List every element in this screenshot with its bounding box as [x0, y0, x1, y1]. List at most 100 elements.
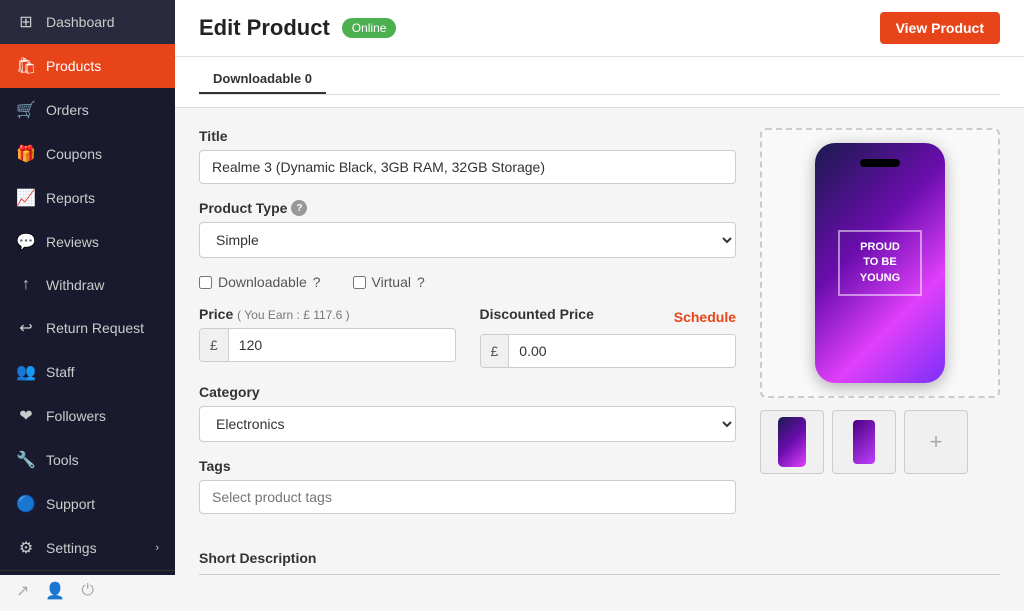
sub-tabs: Downloadable 0	[199, 65, 1000, 95]
form-left: Title Product Type ? Simple Variable Dow…	[199, 128, 736, 530]
sidebar-item-withdraw[interactable]: ↑ Withdraw	[0, 264, 175, 306]
reports-icon: 📈	[16, 188, 36, 208]
price-currency: £	[200, 329, 229, 361]
virtual-checkbox[interactable]	[353, 276, 366, 289]
form-area: Title Product Type ? Simple Variable Dow…	[175, 108, 1024, 550]
product-image-section: PROUDTO BEYOUNG +	[760, 128, 1000, 530]
tags-input[interactable]	[199, 480, 736, 514]
settings-arrow-icon: ›	[155, 542, 159, 554]
sidebar-label-coupons: Coupons	[46, 146, 159, 162]
price-input-wrap: £	[199, 328, 456, 362]
tags-group: Tags	[199, 458, 736, 514]
image-inner: PROUDTO BEYOUNG	[762, 130, 998, 396]
return-icon: ↩	[16, 318, 36, 338]
thumb-phone-1	[778, 417, 806, 467]
external-link-icon[interactable]: ↗	[16, 581, 29, 601]
category-group: Category Electronics	[199, 384, 736, 442]
price-sub: ( You Earn : £ 117.6 )	[237, 308, 350, 322]
sidebar-label-support: Support	[46, 496, 159, 512]
short-description-section: Short Description B I U ❝ ABC ☰ ☷ ≡ ≡ ≡ …	[175, 550, 1024, 575]
power-icon[interactable]: ⏻	[81, 582, 94, 600]
orders-icon: 🛒	[16, 100, 36, 120]
support-icon: 🔵	[16, 494, 36, 514]
product-type-group: Product Type ? Simple Variable Downloada…	[199, 200, 736, 258]
category-label: Category	[199, 384, 736, 400]
sidebar-item-return-request[interactable]: ↩ Return Request	[0, 306, 175, 350]
schedule-link[interactable]: Schedule	[674, 309, 736, 325]
downloadable-checkbox[interactable]	[199, 276, 212, 289]
disc-input-wrap: £	[480, 334, 737, 368]
user-icon[interactable]: 👤	[45, 581, 65, 601]
withdraw-icon: ↑	[16, 276, 36, 294]
sidebar-item-staff[interactable]: 👥 Staff	[0, 350, 175, 394]
phone-notch	[860, 159, 900, 167]
sidebar-item-tools[interactable]: 🔧 Tools	[0, 438, 175, 482]
disc-currency: £	[481, 335, 510, 367]
status-badge: Online	[342, 18, 397, 38]
downloadable-checkbox-wrap[interactable]: Downloadable ?	[199, 274, 321, 290]
sidebar-label-followers: Followers	[46, 408, 159, 424]
tools-icon: 🔧	[16, 450, 36, 470]
product-type-label: Product Type ?	[199, 200, 736, 216]
phone-image: PROUDTO BEYOUNG	[815, 143, 945, 383]
tags-label: Tags	[199, 458, 736, 474]
sidebar-label-withdraw: Withdraw	[46, 277, 159, 293]
price-input[interactable]	[229, 329, 455, 361]
thumb-add[interactable]: +	[904, 410, 968, 474]
price-row: Price ( You Earn : £ 117.6 ) £ Discounte…	[199, 306, 736, 368]
page-header: Edit Product Online View Product	[175, 0, 1024, 57]
thumb-phone-2	[853, 420, 875, 464]
view-product-button[interactable]: View Product	[880, 12, 1000, 44]
price-group: Price ( You Earn : £ 117.6 ) £	[199, 306, 456, 368]
coupons-icon: 🎁	[16, 144, 36, 164]
thumb-2[interactable]	[832, 410, 896, 474]
sidebar: ⊞ Dashboard 🛍 Products 🛒 Orders 🎁 Coupon…	[0, 0, 175, 575]
title-input[interactable]	[199, 150, 736, 184]
sidebar-label-settings: Settings	[46, 540, 145, 556]
sidebar-item-products[interactable]: 🛍 Products	[0, 44, 175, 88]
followers-icon: ❤	[16, 406, 36, 426]
main-content: Edit Product Online View Product Downloa…	[175, 0, 1024, 575]
products-icon: 🛍	[16, 56, 36, 76]
disc-input[interactable]	[509, 335, 735, 367]
sidebar-item-settings[interactable]: ⚙ Settings ›	[0, 526, 175, 570]
staff-icon: 👥	[16, 362, 36, 382]
reviews-icon: 💬	[16, 232, 36, 252]
short-desc-label: Short Description	[199, 550, 1000, 566]
sidebar-label-dashboard: Dashboard	[46, 14, 159, 30]
dashboard-icon: ⊞	[16, 12, 36, 32]
product-type-select[interactable]: Simple Variable Downloadable Virtual	[199, 222, 736, 258]
virtual-help-icon[interactable]: ?	[417, 274, 425, 290]
downloadable-label: Downloadable	[218, 274, 307, 290]
discounted-price-label: Discounted Price	[480, 306, 594, 322]
downloadable-help-icon[interactable]: ?	[313, 274, 321, 290]
product-main-image[interactable]: PROUDTO BEYOUNG	[760, 128, 1000, 398]
phone-screen-text-box: PROUDTO BEYOUNG	[838, 230, 922, 296]
page-title: Edit Product	[199, 15, 330, 41]
virtual-checkbox-wrap[interactable]: Virtual ?	[353, 274, 425, 290]
sidebar-label-return: Return Request	[46, 320, 159, 336]
product-type-help-icon[interactable]: ?	[291, 200, 307, 216]
sidebar-item-orders[interactable]: 🛒 Orders	[0, 88, 175, 132]
settings-icon: ⚙	[16, 538, 36, 558]
sidebar-label-tools: Tools	[46, 452, 159, 468]
add-image-icon: +	[930, 429, 943, 455]
title-label: Title	[199, 128, 736, 144]
discounted-price-group: Discounted Price Schedule £	[480, 306, 737, 368]
image-thumbs: +	[760, 410, 1000, 474]
sidebar-item-coupons[interactable]: 🎁 Coupons	[0, 132, 175, 176]
sidebar-label-products: Products	[46, 58, 159, 74]
checkboxes-row: Downloadable ? Virtual ?	[199, 274, 736, 290]
sidebar-bottom: ↗ 👤 ⏻	[0, 570, 175, 611]
thumb-1[interactable]	[760, 410, 824, 474]
sidebar-item-reviews[interactable]: 💬 Reviews	[0, 220, 175, 264]
sidebar-item-reports[interactable]: 📈 Reports	[0, 176, 175, 220]
sidebar-item-support[interactable]: 🔵 Support	[0, 482, 175, 526]
sidebar-label-staff: Staff	[46, 364, 159, 380]
sidebar-item-dashboard[interactable]: ⊞ Dashboard	[0, 0, 175, 44]
sidebar-item-followers[interactable]: ❤ Followers	[0, 394, 175, 438]
category-select[interactable]: Electronics	[199, 406, 736, 442]
sidebar-label-orders: Orders	[46, 102, 159, 118]
sub-tab-downloadable[interactable]: Downloadable 0	[199, 65, 326, 94]
phone-screen-text: PROUDTO BEYOUNG	[850, 240, 910, 286]
